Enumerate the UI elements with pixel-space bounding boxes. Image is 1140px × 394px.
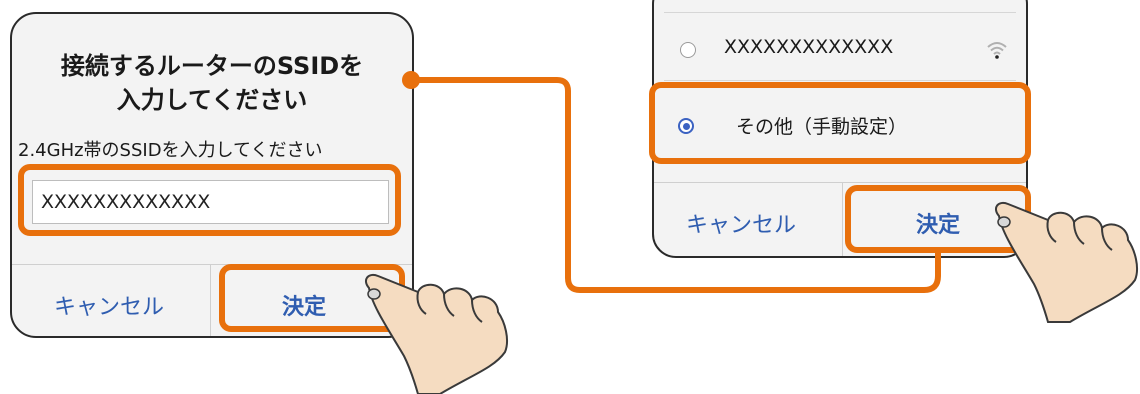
annotation-overlay bbox=[365, 71, 1138, 394]
pointing-hand-icon bbox=[365, 274, 508, 394]
connector-dot bbox=[402, 71, 420, 89]
connector-line bbox=[412, 77, 941, 293]
pointing-hand-icon bbox=[995, 202, 1138, 323]
